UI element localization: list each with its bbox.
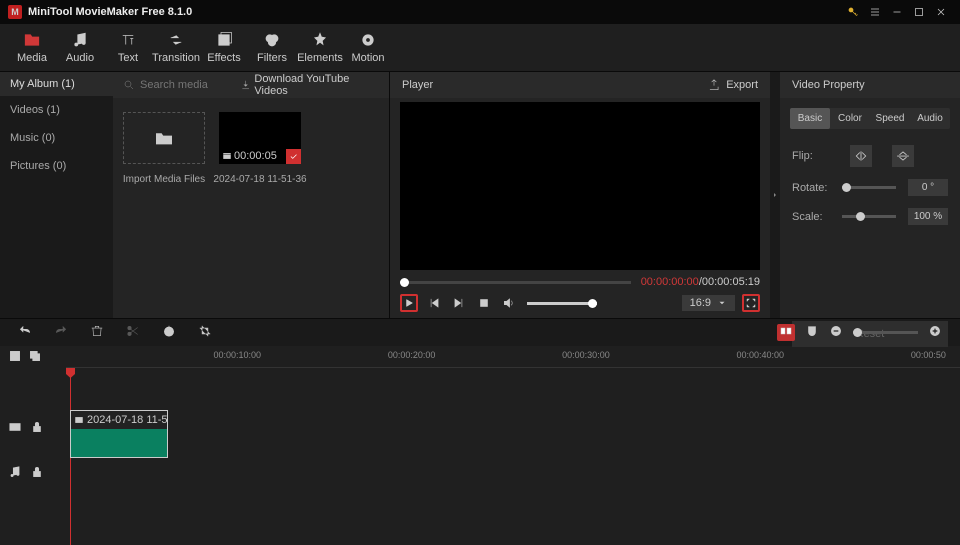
tab-effects[interactable]: Effects bbox=[200, 24, 248, 71]
titlebar: M MiniTool MovieMaker Free 8.1.0 bbox=[0, 0, 960, 24]
tab-audio[interactable]: Audio bbox=[56, 24, 104, 71]
collapse-props-button[interactable] bbox=[770, 72, 780, 318]
aspect-ratio-select[interactable]: 16:9 bbox=[682, 295, 735, 311]
prop-tab-basic[interactable]: Basic bbox=[790, 108, 830, 129]
add-track-button[interactable] bbox=[8, 349, 22, 366]
download-youtube-button[interactable]: Download YouTube Videos bbox=[240, 73, 379, 97]
rotate-label: Rotate: bbox=[792, 182, 830, 194]
speed-button[interactable] bbox=[162, 324, 176, 341]
search-input[interactable] bbox=[140, 79, 240, 91]
volume-slider[interactable] bbox=[527, 302, 597, 305]
scale-label: Scale: bbox=[792, 211, 830, 223]
audio-track-icon[interactable] bbox=[8, 465, 22, 482]
export-button[interactable]: Export bbox=[707, 78, 758, 92]
clip-added-icon bbox=[286, 149, 301, 164]
timeline: 00:00:10:00 00:00:20:00 00:00:30:00 00:0… bbox=[0, 346, 960, 545]
zoom-in-button[interactable] bbox=[928, 324, 942, 341]
time-duration: 00:00:05:19 bbox=[702, 276, 760, 288]
play-button[interactable] bbox=[400, 294, 418, 312]
progress-bar[interactable]: 00:00:00:00 / 00:00:05:19 bbox=[400, 276, 760, 288]
undo-button[interactable] bbox=[18, 324, 32, 341]
next-frame-button[interactable] bbox=[450, 294, 468, 312]
sidebar-item-music[interactable]: Music (0) bbox=[0, 124, 113, 152]
stop-button[interactable] bbox=[475, 294, 493, 312]
prop-tab-speed[interactable]: Speed bbox=[870, 108, 910, 129]
search-media[interactable] bbox=[123, 79, 240, 91]
import-media-button[interactable]: Import Media Files bbox=[123, 112, 205, 185]
flip-horizontal-button[interactable] bbox=[850, 145, 872, 167]
library-sidebar: My Album (1) Videos (1) Music (0) Pictur… bbox=[0, 72, 113, 318]
player-title: Player bbox=[402, 79, 707, 91]
split-button[interactable] bbox=[126, 324, 140, 341]
flip-label: Flip: bbox=[792, 150, 830, 162]
minimize-button[interactable] bbox=[886, 1, 908, 23]
tab-motion[interactable]: Motion bbox=[344, 24, 392, 71]
tab-transition[interactable]: Transition bbox=[152, 24, 200, 71]
track-layers-button[interactable] bbox=[28, 349, 42, 366]
app-title: MiniTool MovieMaker Free 8.1.0 bbox=[28, 6, 842, 18]
delete-button[interactable] bbox=[90, 324, 104, 341]
prop-tab-color[interactable]: Color bbox=[830, 108, 870, 129]
sidebar-item-pictures[interactable]: Pictures (0) bbox=[0, 152, 113, 180]
tab-filters[interactable]: Filters bbox=[248, 24, 296, 71]
prop-tab-audio[interactable]: Audio bbox=[910, 108, 950, 129]
maximize-button[interactable] bbox=[908, 1, 930, 23]
flip-vertical-button[interactable] bbox=[892, 145, 914, 167]
fullscreen-button[interactable] bbox=[742, 294, 760, 312]
media-pane: Download YouTube Videos Import Media Fil… bbox=[113, 72, 390, 318]
props-title: Video Property bbox=[792, 79, 865, 91]
sidebar-item-videos[interactable]: Videos (1) bbox=[0, 96, 113, 124]
time-ruler[interactable]: 00:00:10:00 00:00:20:00 00:00:30:00 00:0… bbox=[66, 346, 960, 368]
tab-media[interactable]: Media bbox=[8, 24, 56, 71]
volume-button[interactable] bbox=[500, 294, 518, 312]
video-track-icon[interactable] bbox=[8, 420, 22, 437]
zoom-out-button[interactable] bbox=[829, 324, 843, 341]
video-property-panel: Video Property Basic Color Speed Audio F… bbox=[780, 72, 960, 318]
scale-slider[interactable] bbox=[842, 215, 896, 218]
tab-elements[interactable]: Elements bbox=[296, 24, 344, 71]
audio-lock-icon[interactable] bbox=[30, 465, 44, 482]
auto-fit-button[interactable] bbox=[777, 324, 795, 341]
tab-text[interactable]: Text bbox=[104, 24, 152, 71]
key-icon[interactable] bbox=[842, 1, 864, 23]
redo-button[interactable] bbox=[54, 324, 68, 341]
timeline-clip[interactable]: 2024-07-18 11-51- bbox=[70, 410, 168, 458]
prev-frame-button[interactable] bbox=[425, 294, 443, 312]
zoom-slider[interactable] bbox=[853, 331, 918, 334]
time-current: 00:00:00:00 bbox=[641, 276, 699, 288]
app-logo-icon: M bbox=[8, 5, 22, 19]
main-toolbar: Media Audio Text Transition Effects Filt… bbox=[0, 24, 960, 72]
close-button[interactable] bbox=[930, 1, 952, 23]
video-lock-icon[interactable] bbox=[30, 420, 44, 437]
magnet-button[interactable] bbox=[805, 324, 819, 341]
crop-button[interactable] bbox=[198, 324, 212, 341]
player-panel: Player Export 00:00:00:00 / 00:00:05:19 … bbox=[390, 72, 770, 318]
sidebar-header[interactable]: My Album (1) bbox=[0, 72, 113, 96]
video-preview[interactable] bbox=[400, 102, 760, 270]
rotate-value[interactable]: 0 ° bbox=[908, 179, 948, 196]
menu-icon[interactable] bbox=[864, 1, 886, 23]
scale-value[interactable]: 100 % bbox=[908, 208, 948, 225]
track-area[interactable]: 2024-07-18 11-51- bbox=[66, 368, 960, 545]
clip-name: 2024-07-18 11-51- bbox=[87, 414, 167, 426]
clip-duration: 00:00:05 bbox=[222, 150, 277, 162]
media-clip-item[interactable]: 00:00:05 2024-07-18 11-51-36 bbox=[219, 112, 301, 185]
rotate-slider[interactable] bbox=[842, 186, 896, 189]
